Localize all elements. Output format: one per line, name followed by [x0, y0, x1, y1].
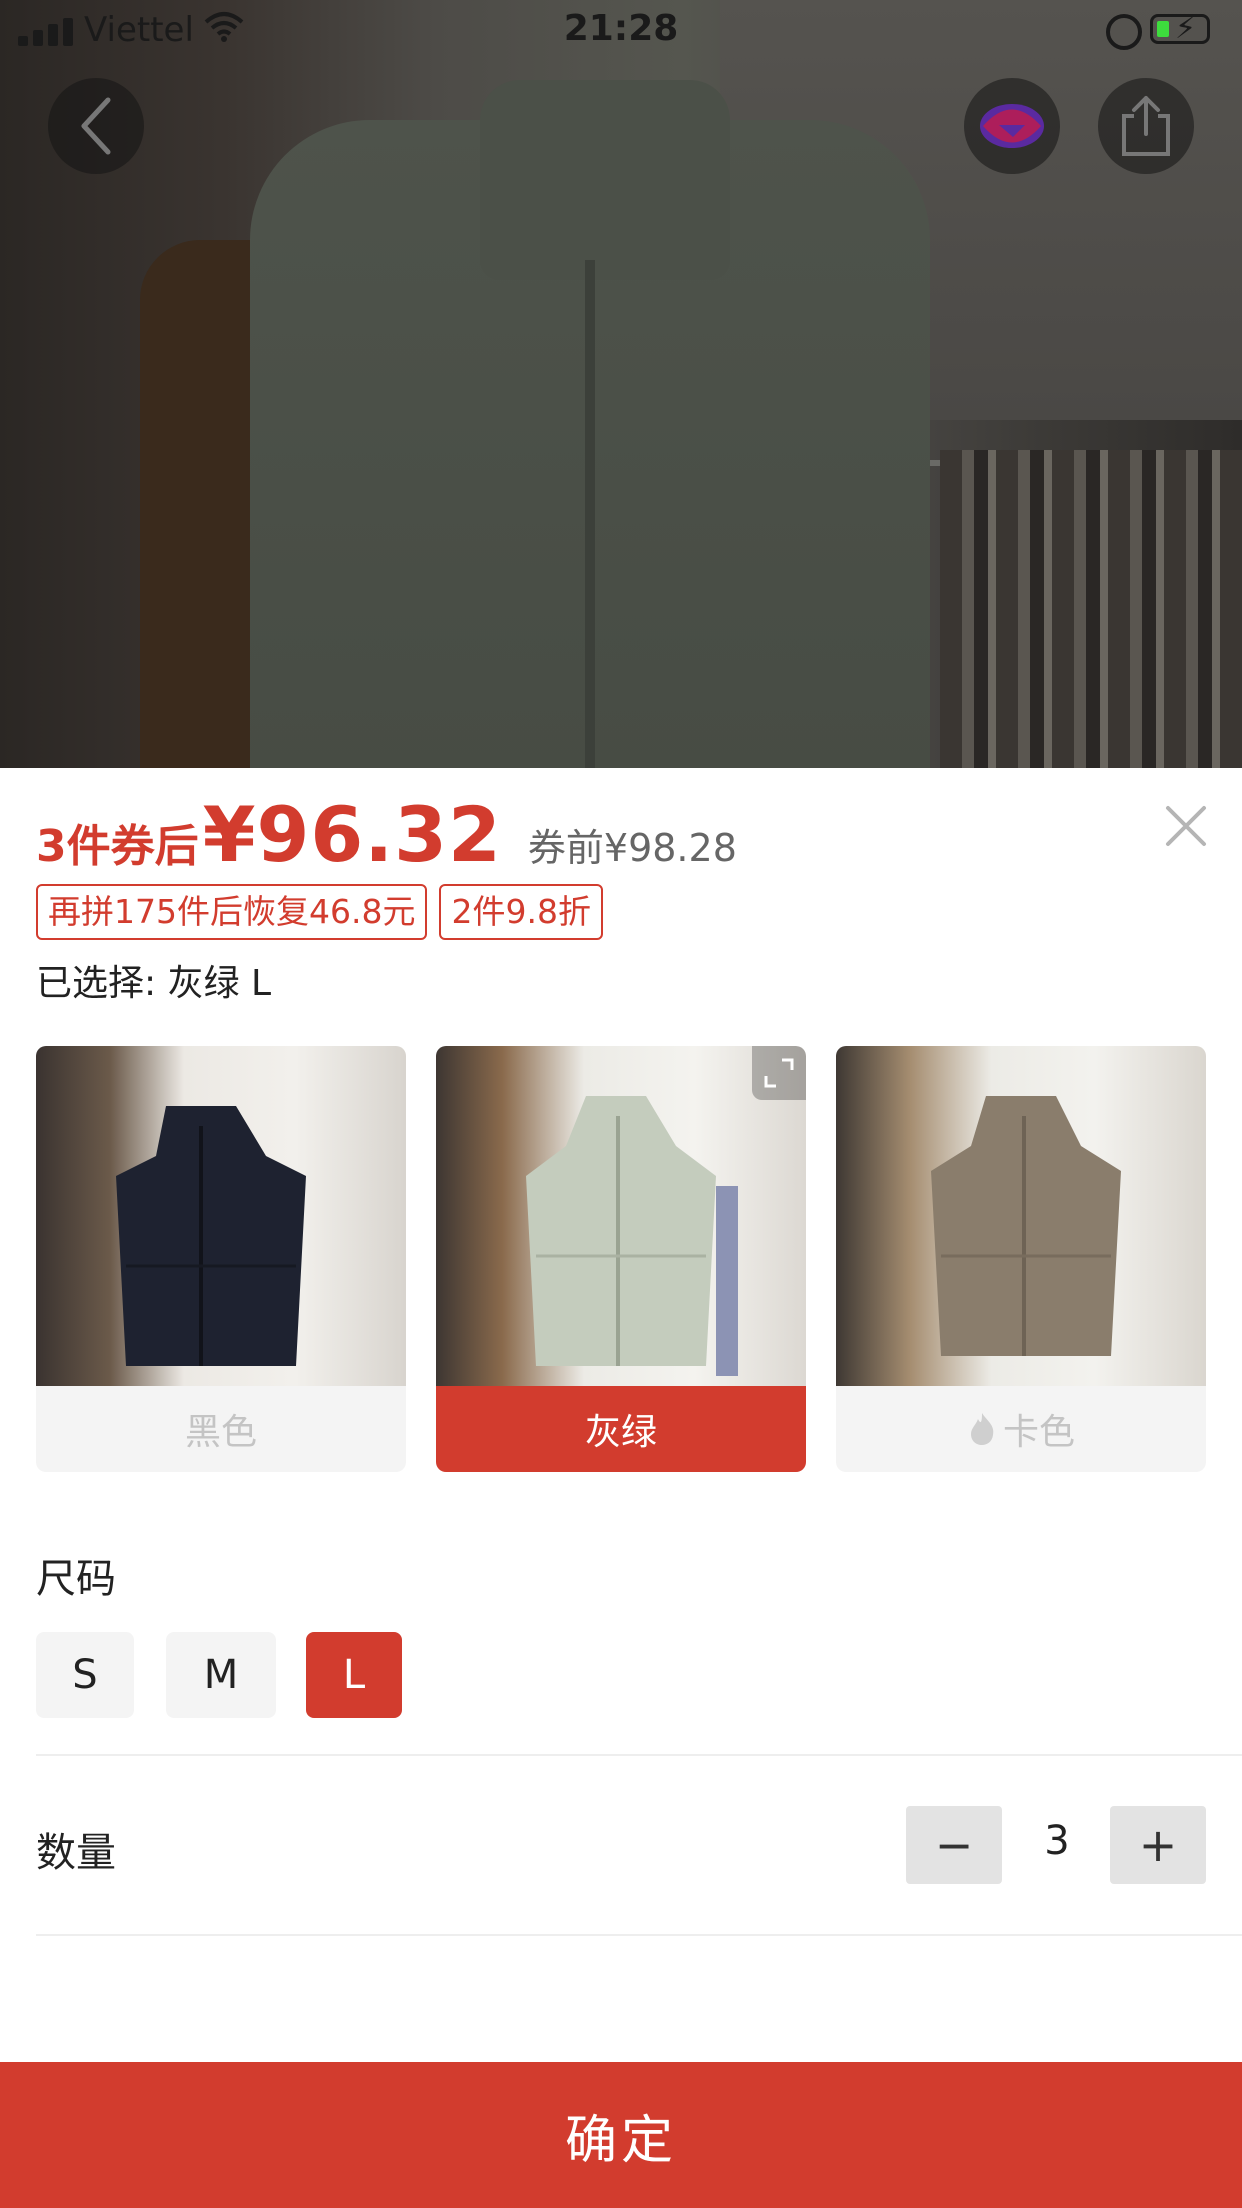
battery-icon: ⚡	[1150, 11, 1210, 46]
share-icon	[1122, 96, 1170, 156]
sku-selection-sheet: 3件券后 ¥96.32 券前¥98.28 再拼175件后恢复46.8元 2件9.…	[0, 768, 1242, 2208]
size-section-title: 尺码	[36, 1556, 116, 1602]
color-thumbnail	[436, 1046, 806, 1386]
share-button[interactable]	[1098, 78, 1194, 174]
color-option-khaki[interactable]: 卡色	[836, 1046, 1206, 1472]
color-label: 黑色	[36, 1386, 406, 1472]
size-option-m[interactable]: M	[166, 1632, 276, 1718]
quantity-value[interactable]: 3	[1020, 1818, 1094, 1864]
color-thumbnail	[836, 1046, 1206, 1386]
price-row: 3件券后 ¥96.32 券前¥98.28	[36, 790, 737, 879]
divider	[36, 1934, 1242, 1936]
selected-summary: 已选择: 灰绿 L	[36, 963, 272, 1004]
promotion-tags: 再拼175件后恢复46.8元 2件9.8折	[36, 884, 603, 940]
status-bar: Viettel 21:28 ⚡	[0, 0, 1242, 60]
back-chevron-icon	[81, 97, 111, 155]
expand-icon[interactable]	[752, 1046, 806, 1100]
color-option-black[interactable]: 黑色	[36, 1046, 406, 1472]
vest-collar	[480, 80, 730, 280]
flame-icon	[970, 1413, 994, 1445]
promotion-tag: 2件9.8折	[439, 884, 603, 940]
size-option-s[interactable]: S	[36, 1632, 134, 1718]
price-value: ¥96.32	[202, 790, 502, 879]
rotation-lock-icon	[1106, 14, 1142, 50]
price-prefix: 3件券后	[36, 821, 199, 872]
size-option-l[interactable]: L	[306, 1632, 402, 1718]
promotion-tag: 再拼175件后恢复46.8元	[36, 884, 428, 940]
back-button[interactable]	[48, 78, 144, 174]
close-icon[interactable]	[1164, 804, 1208, 848]
confirm-button[interactable]: 确定	[0, 2062, 1242, 2208]
price-before-coupon: 券前¥98.28	[527, 826, 737, 870]
divider	[36, 1754, 1242, 1756]
quantity-increase-button[interactable]: +	[1110, 1806, 1206, 1884]
vest-zipper	[585, 260, 595, 768]
color-label: 卡色	[1002, 1412, 1075, 1453]
status-time: 21:28	[563, 8, 679, 49]
color-thumbnail	[36, 1046, 406, 1386]
app-logo-button[interactable]	[964, 78, 1060, 174]
quantity-decrease-button[interactable]: −	[906, 1806, 1002, 1884]
clothing-rack	[940, 450, 1242, 768]
app-logo-icon	[980, 104, 1044, 148]
quantity-section-title: 数量	[36, 1830, 116, 1876]
color-label: 灰绿	[436, 1386, 806, 1472]
color-option-gray-green[interactable]: 灰绿	[436, 1046, 806, 1472]
color-label-row: 卡色	[836, 1386, 1206, 1472]
